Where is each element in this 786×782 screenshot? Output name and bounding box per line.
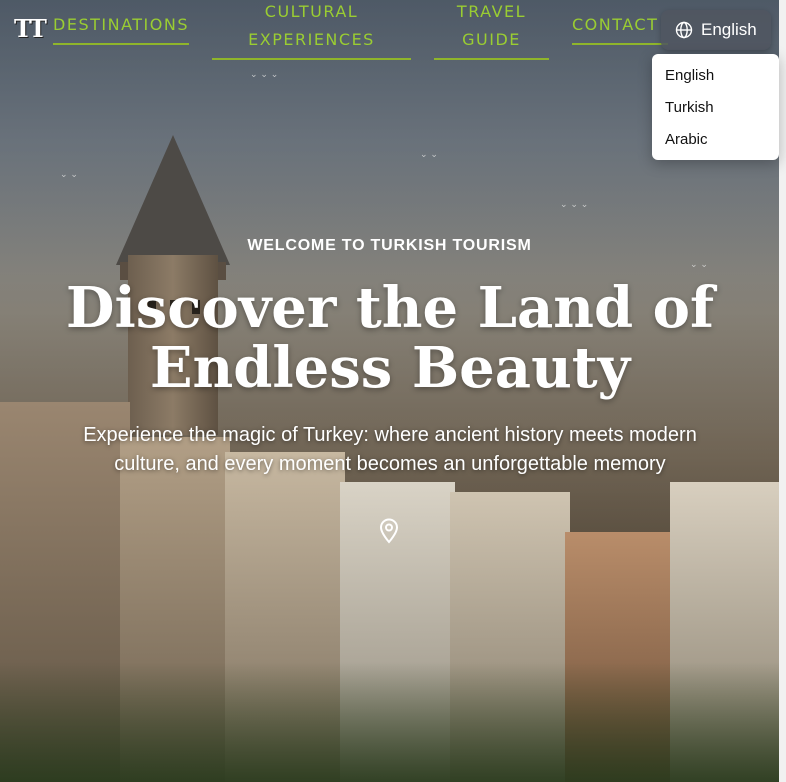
- nav-label-line1: CULTURAL: [264, 2, 359, 21]
- headline-line2: Endless Beauty: [149, 335, 631, 401]
- nav-link-travel-guide[interactable]: TRAVEL GUIDE: [434, 0, 549, 60]
- language-selector-button[interactable]: English: [661, 10, 771, 50]
- top-navbar: TT DESTINATIONS CULTURAL EXPERIENCES TRA…: [0, 0, 779, 160]
- subtext-line1: Experience the magic of Turkey: where an…: [83, 424, 697, 446]
- hero-subtext: Experience the magic of Turkey: where an…: [40, 421, 740, 479]
- hero-kicker: WELCOME TO TURKISH TOURISM: [247, 237, 532, 254]
- hero-headline: Discover the Land of Endless Beauty: [40, 278, 740, 398]
- nav-link-destinations[interactable]: DESTINATIONS: [53, 11, 189, 45]
- language-dropdown-menu: English Turkish Arabic: [652, 54, 779, 160]
- nav-label-line1: TRAVEL: [456, 2, 527, 21]
- nav-label-line2: GUIDE: [462, 30, 521, 49]
- nav-label: DESTINATIONS: [53, 15, 189, 34]
- globe-icon: [675, 21, 693, 39]
- birds: ⌄ ⌄ ⌄: [560, 200, 589, 210]
- language-option-english[interactable]: English: [652, 60, 779, 92]
- nav-label-line2: EXPERIENCES: [248, 30, 375, 49]
- birds: ⌄ ⌄: [420, 150, 438, 160]
- headline-line1: Discover the Land of: [65, 275, 715, 341]
- subtext-line2: culture, and every moment becomes an unf…: [114, 453, 666, 475]
- language-option-arabic[interactable]: Arabic: [652, 124, 779, 156]
- nav-link-contact[interactable]: CONTACT: [572, 11, 668, 45]
- map-pin-icon[interactable]: [378, 518, 400, 544]
- birds: ⌄ ⌄ ⌄: [250, 70, 279, 80]
- birds: ⌄ ⌄: [60, 170, 78, 180]
- language-option-turkish[interactable]: Turkish: [652, 92, 779, 124]
- nav-label: CONTACT: [572, 15, 659, 34]
- birds: ⌄ ⌄: [690, 260, 708, 270]
- page-scrollbar[interactable]: [779, 0, 786, 782]
- trees: [0, 662, 779, 782]
- nav-link-cultural-experiences[interactable]: CULTURAL EXPERIENCES: [212, 0, 411, 60]
- language-selected-label: English: [701, 20, 757, 39]
- site-logo[interactable]: TT: [14, 14, 47, 43]
